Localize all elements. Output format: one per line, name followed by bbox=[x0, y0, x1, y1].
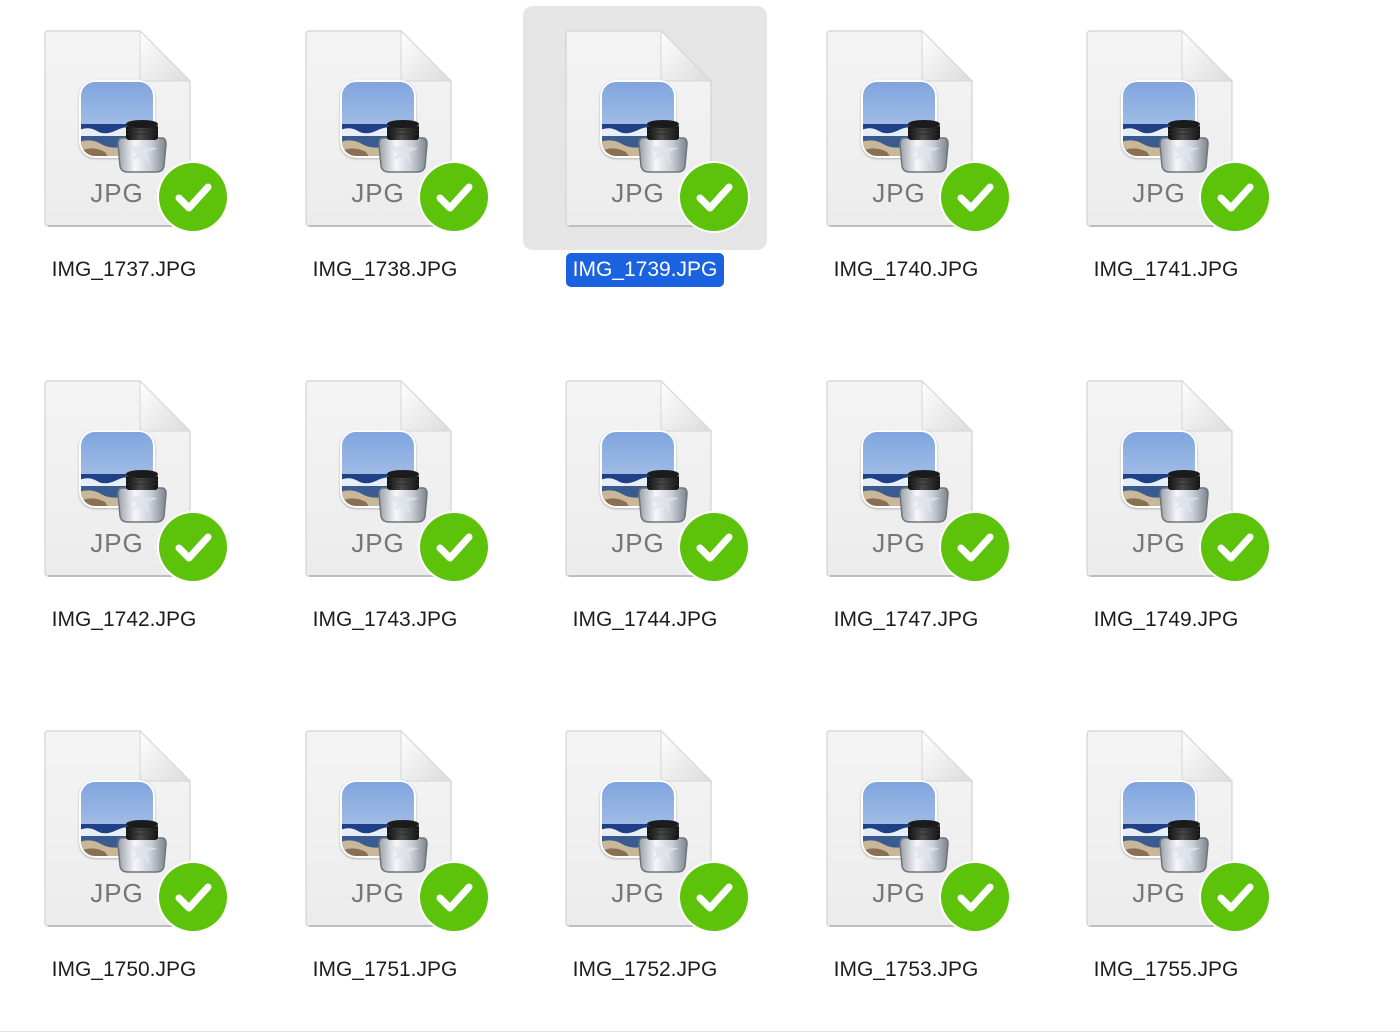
file-item[interactable]: JPG IMG_1739.JPG bbox=[523, 0, 783, 300]
checkmark-icon bbox=[680, 513, 748, 581]
file-item[interactable]: JPG IMG_1737.JPG bbox=[2, 0, 262, 300]
file-name-text: IMG_1739.JPG bbox=[565, 253, 725, 287]
file-name-label[interactable]: IMG_1738.JPG bbox=[263, 253, 507, 287]
file-name-text: IMG_1737.JPG bbox=[51, 258, 197, 281]
checkmark-icon bbox=[941, 163, 1009, 231]
checkmark-icon bbox=[680, 863, 748, 931]
file-name-label[interactable]: IMG_1753.JPG bbox=[784, 953, 1028, 987]
file-name-text: IMG_1741.JPG bbox=[1093, 258, 1239, 281]
file-name-label[interactable]: IMG_1752.JPG bbox=[523, 953, 767, 987]
file-name-text: IMG_1750.JPG bbox=[51, 958, 197, 981]
checkmark-icon bbox=[1201, 513, 1269, 581]
file-name-text: IMG_1751.JPG bbox=[312, 958, 458, 981]
file-name-label[interactable]: IMG_1755.JPG bbox=[1044, 953, 1288, 987]
file-item[interactable]: JPG IMG_1750.JPG bbox=[2, 700, 262, 1000]
file-item[interactable]: JPG IMG_1744.JPG bbox=[523, 350, 783, 650]
window-bottom-edge bbox=[0, 1031, 1400, 1032]
file-name-text: IMG_1740.JPG bbox=[833, 258, 979, 281]
file-name-label[interactable]: IMG_1743.JPG bbox=[263, 603, 507, 637]
file-item[interactable]: JPG IMG_1747.JPG bbox=[784, 350, 1044, 650]
file-name-text: IMG_1753.JPG bbox=[833, 958, 979, 981]
file-name-label[interactable]: IMG_1751.JPG bbox=[263, 953, 507, 987]
checkmark-icon bbox=[159, 163, 227, 231]
file-name-label[interactable]: IMG_1741.JPG bbox=[1044, 253, 1288, 287]
file-item[interactable]: JPG IMG_1752.JPG bbox=[523, 700, 783, 1000]
file-name-label[interactable]: IMG_1747.JPG bbox=[784, 603, 1028, 637]
file-item[interactable]: JPG IMG_1753.JPG bbox=[784, 700, 1044, 1000]
file-item[interactable]: JPG IMG_1755.JPG bbox=[1044, 700, 1304, 1000]
file-name-text: IMG_1744.JPG bbox=[572, 608, 718, 631]
checkmark-icon bbox=[159, 513, 227, 581]
file-name-label[interactable]: IMG_1749.JPG bbox=[1044, 603, 1288, 637]
file-name-label[interactable]: IMG_1750.JPG bbox=[2, 953, 246, 987]
file-name-text: IMG_1755.JPG bbox=[1093, 958, 1239, 981]
file-name-label[interactable]: IMG_1742.JPG bbox=[2, 603, 246, 637]
file-name-label[interactable]: IMG_1739.JPG bbox=[523, 253, 767, 287]
file-item[interactable]: JPG IMG_1741.JPG bbox=[1044, 0, 1304, 300]
file-name-text: IMG_1752.JPG bbox=[572, 958, 718, 981]
file-name-label[interactable]: IMG_1740.JPG bbox=[784, 253, 1028, 287]
file-name-text: IMG_1747.JPG bbox=[833, 608, 979, 631]
file-name-label[interactable]: IMG_1744.JPG bbox=[523, 603, 767, 637]
checkmark-icon bbox=[420, 163, 488, 231]
checkmark-icon bbox=[1201, 863, 1269, 931]
file-icon-grid: JPG IMG_1737.JPG JPG IMG_1738.JPG JPG IM… bbox=[0, 0, 1400, 1036]
checkmark-icon bbox=[941, 863, 1009, 931]
file-item[interactable]: JPG IMG_1743.JPG bbox=[263, 350, 523, 650]
checkmark-icon bbox=[680, 163, 748, 231]
file-item[interactable]: JPG IMG_1742.JPG bbox=[2, 350, 262, 650]
checkmark-icon bbox=[1201, 163, 1269, 231]
checkmark-icon bbox=[941, 513, 1009, 581]
file-item[interactable]: JPG IMG_1738.JPG bbox=[263, 0, 523, 300]
file-name-text: IMG_1749.JPG bbox=[1093, 608, 1239, 631]
checkmark-icon bbox=[420, 513, 488, 581]
file-item[interactable]: JPG IMG_1740.JPG bbox=[784, 0, 1044, 300]
file-item[interactable]: JPG IMG_1749.JPG bbox=[1044, 350, 1304, 650]
checkmark-icon bbox=[420, 863, 488, 931]
file-item[interactable]: JPG IMG_1751.JPG bbox=[263, 700, 523, 1000]
file-name-label[interactable]: IMG_1737.JPG bbox=[2, 253, 246, 287]
file-name-text: IMG_1742.JPG bbox=[51, 608, 197, 631]
file-name-text: IMG_1738.JPG bbox=[312, 258, 458, 281]
file-name-text: IMG_1743.JPG bbox=[312, 608, 458, 631]
checkmark-icon bbox=[159, 863, 227, 931]
